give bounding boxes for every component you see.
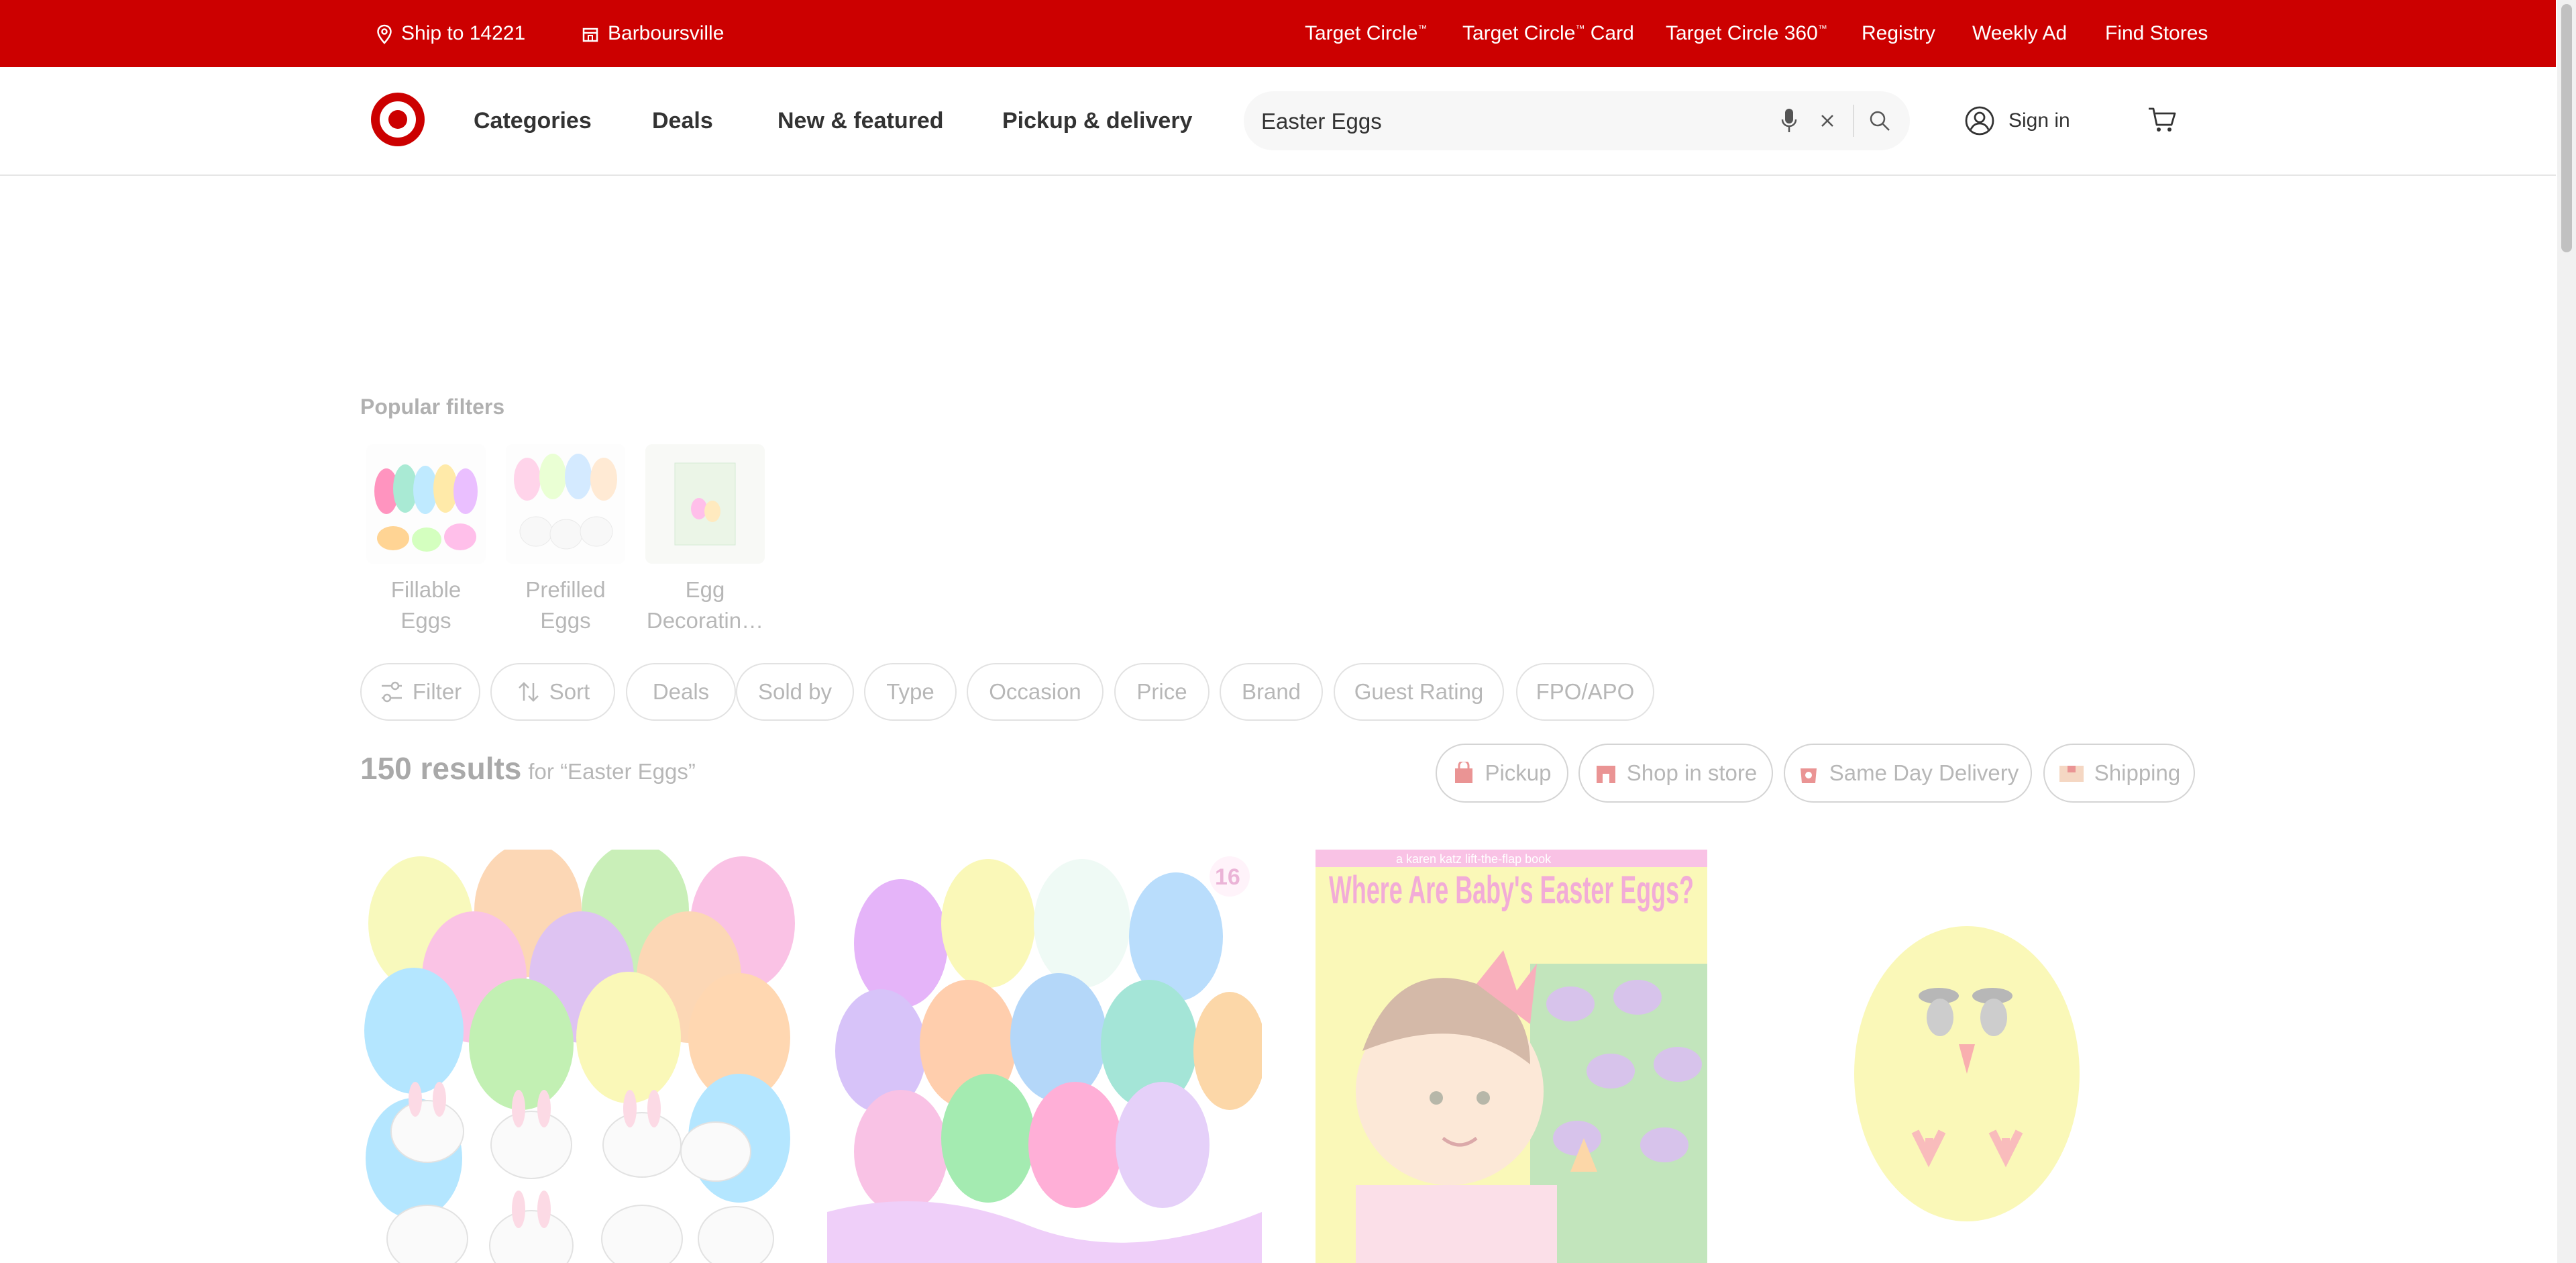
main-header: Categories Deals New & featured Pickup &… [0,67,2556,176]
filter-button[interactable]: Filter [360,663,480,721]
search-icon[interactable] [1860,91,1900,150]
microphone-icon[interactable] [1772,91,1806,150]
results-count: 150 results [360,751,522,786]
popular-filter-label: Egg Decoratin… [646,577,764,633]
chip-price[interactable]: Price [1114,663,1210,721]
search-divider [1853,105,1854,137]
chip-deals[interactable]: Deals [626,663,736,721]
nav-categories[interactable]: Categories [474,67,592,174]
chip-occasion[interactable]: Occasion [967,663,1104,721]
registry-link[interactable]: Registry [1862,0,1935,67]
find-stores-link[interactable]: Find Stores [2105,0,2208,67]
popular-filter-label: Prefilled Eggs [525,577,606,633]
target-circle-card-link[interactable]: Target Circle™ Card [1462,0,1634,67]
results-query: for “Easter Eggs” [528,759,696,784]
product-image-clear-eggs[interactable]: 16 [827,850,1262,1263]
target-logo[interactable] [368,90,427,149]
book-top-line: a karen katz lift-the-flap book [1396,852,1552,866]
cart-icon[interactable] [2147,105,2178,136]
nav-pickup-delivery[interactable]: Pickup & delivery [1002,67,1192,174]
product-image-chick-egg[interactable] [1758,850,2180,1263]
product-image-book[interactable]: a karen katz lift-the-flap book Where Ar… [1316,850,1707,1263]
top-utility-bar: Ship to 14221 Barboursville Target Circl… [0,0,2556,67]
popular-filter-egg-decorating[interactable]: Egg Decoratin… [645,444,765,636]
chip-brand[interactable]: Brand [1220,663,1323,721]
pickup-icon [1455,762,1473,783]
sign-in-button[interactable]: Sign in [1964,67,2070,174]
sort-button[interactable]: Sort [490,663,615,721]
account-icon [1965,106,1994,136]
egg-decorating-thumbnail [645,444,765,564]
chip-type[interactable]: Type [864,663,957,721]
filter-icon [381,681,402,703]
popular-filter-fillable-eggs[interactable]: Fillable Eggs [366,444,486,636]
chip-same-day-delivery[interactable]: Same Day Delivery [1784,744,2032,803]
target-circle-link[interactable]: Target Circle™ [1305,0,1427,67]
product-image-pastel-eggs[interactable] [360,850,795,1263]
shipping-box-icon [2059,766,2084,782]
search-input[interactable] [1260,91,1786,152]
store-icon [1596,766,1615,783]
popular-filters-title: Popular filters [360,395,505,419]
nav-deals[interactable]: Deals [652,67,713,174]
scrollbar-thumb[interactable] [2561,4,2572,252]
results-summary: 150 results for “Easter Eggs” [360,750,696,787]
target-circle-360-link[interactable]: Target Circle 360™ [1666,0,1827,67]
weekly-ad-link[interactable]: Weekly Ad [1972,0,2067,67]
book-title: Where Are Baby's Easter Eggs? [1329,868,1694,912]
sort-icon [518,682,539,702]
chip-pickup[interactable]: Pickup [1436,744,1568,803]
chip-guest-rating[interactable]: Guest Rating [1334,663,1504,721]
page-scrollbar[interactable] [2557,0,2576,1263]
chip-sold-by[interactable]: Sold by [736,663,854,721]
ship-to-link[interactable]: Ship to 14221 [376,0,525,67]
search-bar [1244,91,1910,152]
popular-filter-label: Fillable Eggs [390,577,462,633]
prefilled-eggs-thumbnail [506,444,625,564]
chip-shipping[interactable]: Shipping [2043,744,2195,803]
popular-filter-prefilled-eggs[interactable]: Prefilled Eggs [506,444,625,636]
location-pin-icon [377,24,392,44]
chip-shop-in-store[interactable]: Shop in store [1578,744,1773,803]
chip-fpo-apo[interactable]: FPO/APO [1516,663,1654,721]
clear-icon[interactable] [1813,91,1842,150]
nav-new-featured[interactable]: New & featured [777,67,944,174]
store-selector[interactable]: Barboursville [581,0,724,67]
delivery-bag-icon [1800,768,1817,783]
fillable-eggs-thumbnail [366,444,486,564]
store-icon [582,28,598,42]
badge-count: 16 [1215,864,1240,890]
